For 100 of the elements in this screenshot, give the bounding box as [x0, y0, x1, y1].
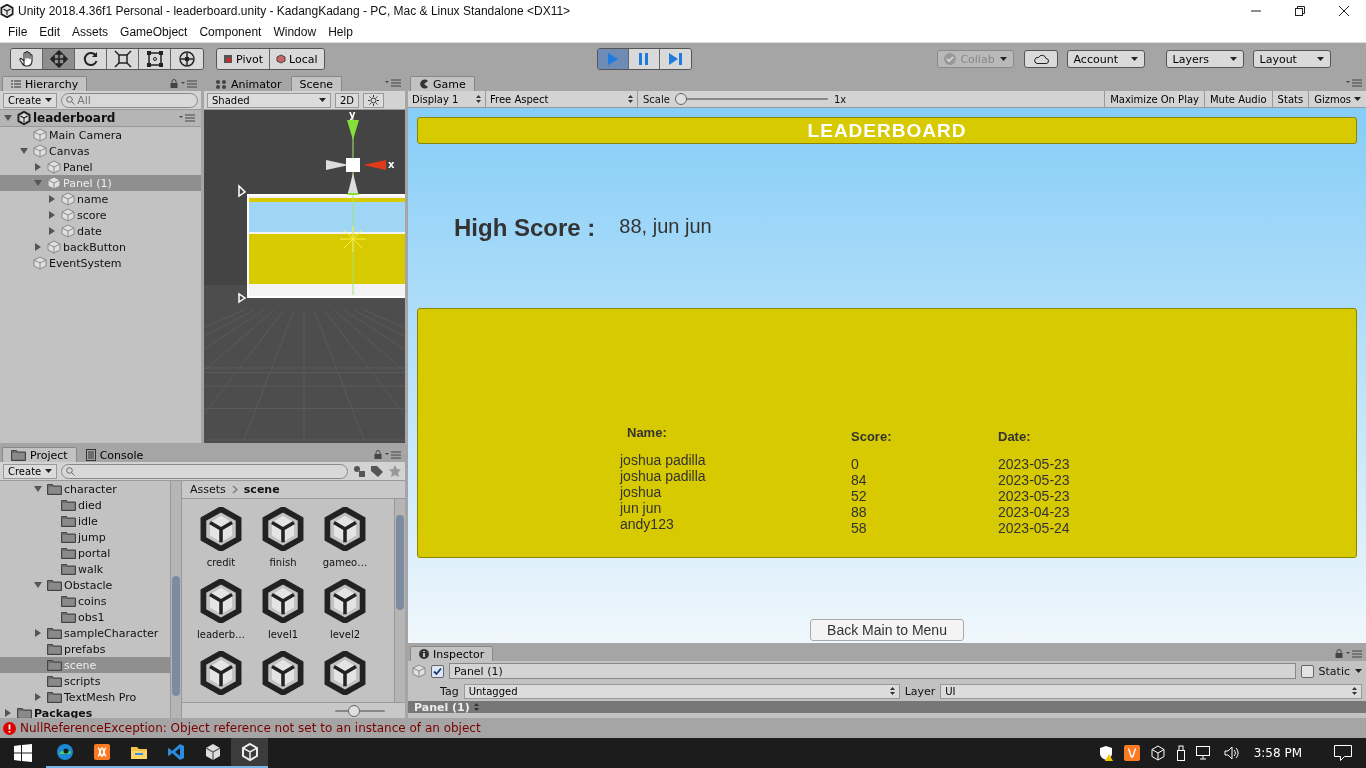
tree-item[interactable]: idle: [0, 513, 170, 529]
asset-label[interactable]: finish: [269, 557, 297, 568]
asset-label[interactable]: level1: [267, 629, 299, 640]
panel-tab[interactable]: Console: [76, 447, 153, 462]
tree-item[interactable]: portal: [0, 545, 170, 561]
layers-dropdown[interactable]: Layers: [1165, 50, 1244, 68]
expand-arrow-icon[interactable]: [48, 195, 56, 203]
layer-dropdown[interactable]: UI: [940, 683, 1362, 699]
tool-button[interactable]: [43, 49, 75, 69]
expand-arrow-icon[interactable]: [4, 709, 12, 717]
expand-arrow-icon[interactable]: [34, 629, 42, 637]
collapse-arrow-icon[interactable]: [20, 147, 28, 155]
create-dropdown[interactable]: Create: [3, 463, 58, 479]
playback-button[interactable]: [628, 49, 660, 69]
tool-button[interactable]: [171, 49, 203, 69]
tool-button[interactable]: [11, 49, 43, 69]
tree-item[interactable]: coins: [0, 593, 170, 609]
tree-item[interactable]: EventSystem: [0, 255, 201, 271]
asset-label[interactable]: leaderb…: [197, 629, 245, 640]
clock-time[interactable]: 3:58 PM: [1253, 746, 1302, 760]
expand-arrow-icon[interactable]: [34, 163, 42, 171]
panel-tab[interactable]: Scene: [290, 76, 343, 91]
create-dropdown[interactable]: Create: [3, 92, 58, 108]
tree-item[interactable]: prefabs: [0, 641, 170, 657]
menu-item[interactable]: Edit: [33, 25, 67, 39]
restore-icon[interactable]: [1295, 6, 1305, 16]
collapse-arrow-icon[interactable]: [34, 179, 42, 187]
tree-item[interactable]: backButton: [0, 239, 201, 255]
asset-label[interactable]: gameo…: [322, 557, 368, 568]
tree-item[interactable]: walk: [0, 561, 170, 577]
expand-arrow-icon[interactable]: [34, 693, 42, 701]
panel-tab[interactable]: Inspector: [410, 646, 494, 661]
tag-icon[interactable]: [370, 465, 384, 477]
tool-button[interactable]: [139, 49, 171, 69]
tree-item[interactable]: Panel: [0, 159, 201, 175]
lock-icon[interactable]: [170, 79, 178, 88]
tool-button[interactable]: [107, 49, 139, 69]
slider-thumb[interactable]: [348, 704, 360, 717]
asset-label[interactable]: level2: [329, 629, 361, 640]
tree-item[interactable]: Obstacle: [0, 577, 170, 593]
tag-dropdown[interactable]: Untagged: [463, 683, 900, 699]
panel-tab[interactable]: Project: [2, 447, 77, 462]
app-logo-icon[interactable]: [1123, 745, 1140, 761]
menu-item[interactable]: Help: [322, 25, 359, 39]
selection-breadcrumb[interactable]: Panel (1): [414, 700, 470, 714]
star-icon[interactable]: [388, 465, 402, 477]
slider-thumb[interactable]: [674, 93, 687, 105]
playback-button[interactable]: [597, 49, 629, 69]
zoom-slider[interactable]: [335, 704, 385, 717]
cloud-button[interactable]: [1023, 50, 1058, 68]
scrollbar[interactable]: [170, 481, 181, 718]
expand-arrow-icon[interactable]: [34, 243, 42, 251]
checkbox[interactable]: [1300, 664, 1314, 678]
menu-item[interactable]: GameObject: [114, 25, 194, 39]
menu-item[interactable]: Assets: [66, 25, 115, 39]
layout-dropdown[interactable]: Layout: [1252, 50, 1331, 68]
cube-icon[interactable]: [1149, 745, 1166, 761]
tree-item[interactable]: Canvas: [0, 143, 201, 159]
scrollbar[interactable]: [394, 499, 405, 702]
tree-item[interactable]: scripts: [0, 673, 170, 689]
close-icon[interactable]: [1339, 6, 1349, 16]
shading-dropdown[interactable]: Shaded: [207, 92, 331, 108]
panel-tab[interactable]: Hierarchy: [2, 76, 88, 91]
scale-slider[interactable]: [675, 93, 828, 105]
start-icon[interactable]: [14, 744, 32, 762]
collapse-arrow-icon[interactable]: [4, 114, 12, 122]
lock-icon[interactable]: [374, 450, 382, 459]
usb-drive-icon[interactable]: [1175, 745, 1186, 761]
lock-icon[interactable]: [1335, 649, 1343, 658]
tool-button[interactable]: [75, 49, 107, 69]
breadcrumb-item[interactable]: Assets: [190, 483, 226, 496]
expand-arrow-icon[interactable]: [48, 227, 56, 235]
tree-item[interactable]: TextMesh Pro: [0, 689, 170, 705]
breadcrumb-item[interactable]: scene: [243, 483, 280, 496]
shield-icon[interactable]: [1097, 745, 1114, 761]
tree-item[interactable]: score: [0, 207, 201, 223]
tree-item[interactable]: sampleCharacter: [0, 625, 170, 641]
checkbox[interactable]: [431, 664, 444, 678]
asset-label[interactable]: credit: [206, 557, 236, 568]
expand-arrow-icon[interactable]: [48, 211, 56, 219]
speaker-icon[interactable]: [1223, 745, 1240, 761]
space-button[interactable]: Local: [270, 49, 324, 69]
notification-icon[interactable]: [1334, 745, 1352, 761]
tree-item[interactable]: name: [0, 191, 201, 207]
tree-item[interactable]: Main Camera: [0, 127, 201, 143]
mode-2d-button[interactable]: 2D: [335, 92, 360, 108]
collapse-arrow-icon[interactable]: [34, 485, 42, 493]
tree-item[interactable]: jump: [0, 529, 170, 545]
name-field[interactable]: Panel (1): [449, 663, 1296, 679]
menu-item[interactable]: File: [2, 25, 34, 39]
tree-item[interactable]: date: [0, 223, 201, 239]
pivot-button[interactable]: Pivot: [217, 49, 270, 69]
panel-tab[interactable]: Animator: [206, 76, 291, 91]
status-message[interactable]: NullReferenceException: Object reference not set to an instance of an object: [20, 721, 481, 735]
tree-item[interactable]: died: [0, 497, 170, 513]
back-button[interactable]: Back Main to Menu: [810, 619, 964, 641]
playback-button[interactable]: [659, 49, 691, 69]
hierarchy-root-item[interactable]: leaderboard: [0, 110, 201, 127]
menu-item[interactable]: Component: [193, 25, 268, 39]
panel-tab[interactable]: Game: [410, 76, 475, 91]
